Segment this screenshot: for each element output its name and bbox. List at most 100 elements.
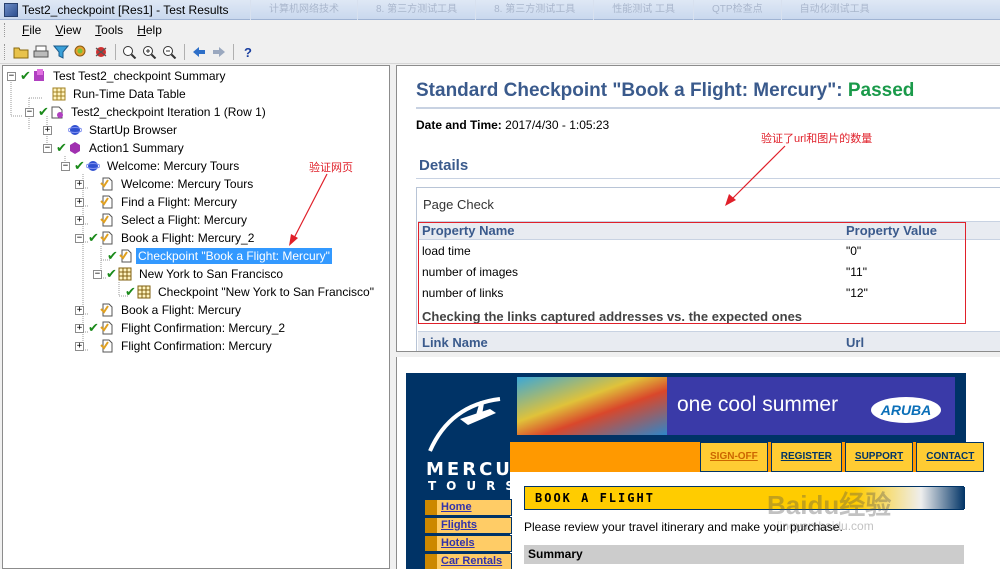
toolbar-grip <box>4 43 7 60</box>
menu-tools[interactable]: Tools <box>88 20 130 40</box>
tree-node-confirm-2[interactable]: + ✔ Flight Confirmation: Mercury_2 <box>75 319 287 337</box>
browser-icon <box>85 158 101 174</box>
tours-logo-text: TOURS <box>428 479 525 493</box>
top-link-label: SIGN-OFF <box>710 451 758 462</box>
nav-link-hotels[interactable]: Hotels <box>424 535 512 552</box>
filter-icon[interactable] <box>51 42 70 61</box>
expand-toggle[interactable]: + <box>75 341 84 351</box>
open-icon[interactable] <box>11 42 30 61</box>
expand-toggle[interactable]: + <box>75 323 84 333</box>
test-summary-icon <box>31 68 47 84</box>
collapse-toggle[interactable]: − <box>7 71 16 81</box>
menu-file-rest: ile <box>29 23 42 37</box>
menu-file[interactable]: File <box>15 20 48 40</box>
tree-node-iteration[interactable]: − ✔ Test2_checkpoint Iteration 1 (Row 1) <box>25 103 268 121</box>
sign-off-link[interactable]: SIGN-OFF <box>700 442 768 472</box>
collapse-toggle[interactable]: − <box>61 161 70 171</box>
tree-node-find-flight[interactable]: + ✔ Find a Flight: Mercury <box>75 193 239 211</box>
tree-node-confirm[interactable]: + ✔ Flight Confirmation: Mercury <box>75 337 274 355</box>
page-snapshot: MERCURY TOURS Home Flights Hotels Car Re… <box>396 357 1000 569</box>
tree-node-label: Welcome: Mercury Tours <box>121 177 254 191</box>
zoom-in-icon[interactable] <box>140 42 159 61</box>
passed-check-icon: ✔ <box>88 320 99 335</box>
background-tab: 8. 第三方测试工具 <box>357 0 475 20</box>
passed-check-icon: ✔ <box>107 248 118 263</box>
aruba-logo: ARUBA <box>871 397 941 423</box>
nav-link-home[interactable]: Home <box>424 499 512 516</box>
tree-node-label: Action1 Summary <box>89 141 184 155</box>
date-time: Date and Time: 2017/4/30 - 1:05:23 <box>416 118 609 132</box>
tree-node-label: Test Test2_checkpoint Summary <box>53 69 226 83</box>
tree-node-checkpoint-ny[interactable]: ✔ Checkpoint "New York to San Francisco" <box>125 283 376 301</box>
passed-check-icon: ✔ <box>125 284 136 299</box>
details-heading: Details <box>419 157 469 174</box>
annotation-arrow-icon <box>725 145 786 206</box>
bug-icon[interactable] <box>91 42 110 61</box>
tree-node-select-flight[interactable]: + ✔ Select a Flight: Mercury <box>75 211 249 229</box>
date-time-value: 2017/4/30 - 1:05:23 <box>501 118 610 132</box>
zoom-out-icon[interactable] <box>160 42 179 61</box>
test-results-window: Test2_checkpoint [Res1] - Test Results 计… <box>0 0 1000 569</box>
promo-banner[interactable]: one cool summer ARUBA <box>517 377 955 435</box>
back-icon[interactable] <box>189 42 208 61</box>
background-tab: 8. 第三方测试工具 <box>475 0 593 20</box>
tree-node-label: Checkpoint "New York to San Francisco" <box>158 285 374 299</box>
collapse-toggle[interactable]: − <box>25 107 34 117</box>
menu-help-key: H <box>137 23 146 37</box>
checkpoint-page-icon <box>118 248 134 264</box>
support-link[interactable]: SUPPORT <box>844 442 914 472</box>
nav-link-label: Car Rentals <box>441 555 503 567</box>
expand-toggle[interactable]: + <box>75 215 84 225</box>
page-check-heading: Page Check <box>423 197 494 212</box>
nav-link-flights[interactable]: Flights <box>424 517 512 534</box>
tree-node-ny-sf[interactable]: − ✔ New York to San Francisco <box>93 265 285 283</box>
find-icon[interactable] <box>71 42 90 61</box>
column-header-url: Url <box>846 335 865 350</box>
tree-node-label: Test2_checkpoint Iteration 1 (Row 1) <box>71 105 266 119</box>
page-icon <box>99 302 115 318</box>
tree-node-label: StartUp Browser <box>89 123 178 137</box>
details-divider <box>416 178 1000 179</box>
tree-node-runtime-table[interactable]: Run-Time Data Table <box>51 85 188 103</box>
menu-view[interactable]: View <box>48 20 88 40</box>
menu-help[interactable]: Help <box>130 20 169 40</box>
contact-link[interactable]: CONTACT <box>916 442 985 472</box>
zoom-fit-icon[interactable] <box>120 42 139 61</box>
help-icon[interactable]: ? <box>238 42 257 61</box>
title-bar: Test2_checkpoint [Res1] - Test Results 计… <box>0 0 1000 20</box>
tree-node-label: Run-Time Data Table <box>73 87 186 101</box>
report-title-text: Standard Checkpoint "Book a Flight: Merc… <box>416 80 848 101</box>
passed-check-icon: ✔ <box>38 104 49 119</box>
collapse-toggle[interactable]: − <box>43 143 52 153</box>
tree-node-label: Select a Flight: Mercury <box>121 213 248 227</box>
status-badge: Passed <box>847 80 915 101</box>
forward-icon[interactable] <box>209 42 228 61</box>
menu-bar: File View Tools Help <box>0 20 1000 40</box>
summary-heading: Summary <box>524 545 964 564</box>
expand-toggle[interactable]: + <box>75 197 84 207</box>
expand-toggle[interactable]: + <box>43 125 52 135</box>
window-title: Test2_checkpoint [Res1] - Test Results <box>22 2 229 17</box>
results-tree[interactable]: − ✔ Test Test2_checkpoint Summary Run-Ti… <box>2 65 390 569</box>
expand-toggle[interactable]: + <box>75 305 84 315</box>
tree-node-welcome-page[interactable]: + ✔ Welcome: Mercury Tours <box>75 175 255 193</box>
passed-check-icon: ✔ <box>106 266 117 281</box>
tree-node-book-flight[interactable]: + ✔ Book a Flight: Mercury <box>75 301 243 319</box>
top-link-label: SUPPORT <box>854 451 904 462</box>
collapse-toggle[interactable]: − <box>93 269 102 279</box>
tree-node-book-flight-2[interactable]: − ✔ Book a Flight: Mercury_2 <box>75 229 256 247</box>
tree-node-summary[interactable]: − ✔ Test Test2_checkpoint Summary <box>7 67 228 85</box>
tree-node-welcome-browser[interactable]: − ✔ Welcome: Mercury Tours <box>61 157 241 175</box>
top-link-label: CONTACT <box>926 451 975 462</box>
register-link[interactable]: REGISTER <box>770 442 842 472</box>
tree-node-startup[interactable]: + ✔ StartUp Browser <box>43 121 179 139</box>
print-icon[interactable] <box>31 42 50 61</box>
nav-link-car-rentals[interactable]: Car Rentals <box>424 553 512 569</box>
column-header-link-name: Link Name <box>422 335 488 350</box>
background-tab: 性能测试 工具 <box>593 0 693 20</box>
expand-toggle[interactable]: + <box>75 179 84 189</box>
page-icon <box>99 194 115 210</box>
passed-check-icon: ✔ <box>74 158 85 173</box>
tree-node-action1[interactable]: − ✔ Action1 Summary <box>43 139 186 157</box>
collapse-toggle[interactable]: − <box>75 233 84 243</box>
